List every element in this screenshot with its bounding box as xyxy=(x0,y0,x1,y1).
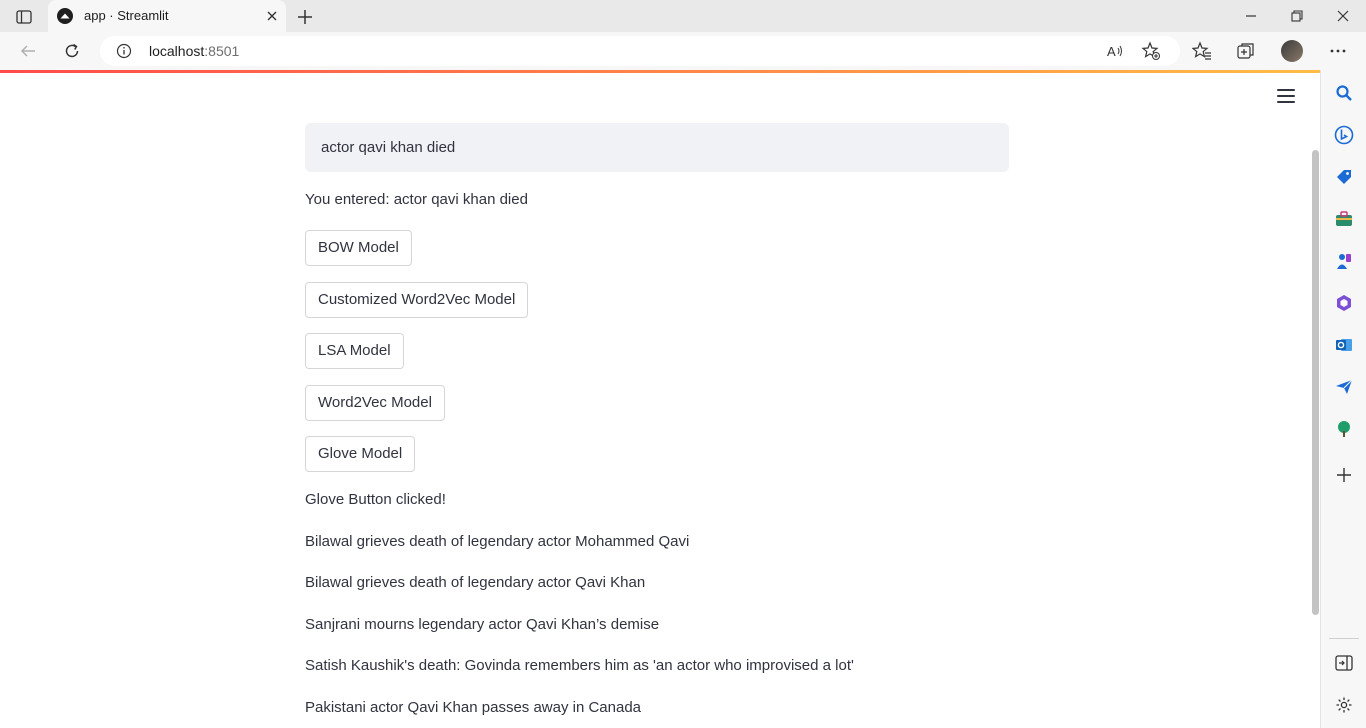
echo-text: You entered: actor qavi khan died xyxy=(305,191,528,208)
split-screen-icon[interactable] xyxy=(1334,653,1354,673)
hamburger-menu-icon[interactable] xyxy=(1277,89,1295,103)
word2vec-model-button[interactable]: Word2Vec Model xyxy=(305,385,445,421)
collections-icon[interactable] xyxy=(1235,40,1257,62)
profile-avatar[interactable] xyxy=(1281,40,1303,62)
url-host: localhost xyxy=(149,43,205,59)
tree-icon[interactable] xyxy=(1334,419,1354,439)
microsoft365-icon[interactable] xyxy=(1334,293,1354,313)
query-input[interactable]: actor qavi khan died xyxy=(305,123,1009,172)
settings-icon[interactable] xyxy=(1334,695,1354,715)
browser-toolbar: localhost:8501 A xyxy=(0,32,1366,70)
refresh-icon[interactable] xyxy=(60,40,84,62)
minimize-icon[interactable] xyxy=(1228,0,1274,32)
customized-word2vec-model-button[interactable]: Customized Word2Vec Model xyxy=(305,282,529,318)
favorites-icon[interactable] xyxy=(1191,40,1213,62)
restore-icon[interactable] xyxy=(1274,0,1320,32)
add-favorite-icon[interactable] xyxy=(1140,40,1162,62)
read-aloud-icon[interactable]: A xyxy=(1104,40,1126,62)
address-bar[interactable]: localhost:8501 A xyxy=(100,36,1180,66)
tools-briefcase-icon[interactable] xyxy=(1334,209,1354,229)
browser-tab-bar: app · Streamlit xyxy=(0,0,1366,32)
streamlit-favicon-icon xyxy=(57,8,73,24)
info-icon[interactable] xyxy=(116,43,132,59)
edge-sidebar xyxy=(1320,70,1366,728)
glove-model-button[interactable]: Glove Model xyxy=(305,436,416,472)
result-item: Pakistani actor Qavi Khan passes away in… xyxy=(305,699,642,716)
app-viewport: actor qavi khan died You entered: actor … xyxy=(0,73,1320,728)
svg-text:A: A xyxy=(1107,44,1116,59)
shopping-tag-icon[interactable] xyxy=(1334,167,1354,187)
more-icon[interactable] xyxy=(1327,40,1349,62)
bow-model-button[interactable]: BOW Model xyxy=(305,230,412,266)
result-item: Sanjrani mourns legendary actor Qavi Kha… xyxy=(305,616,660,633)
result-item: Bilawal grieves death of legendary actor… xyxy=(305,533,690,550)
lsa-model-button[interactable]: LSA Model xyxy=(305,333,404,369)
bing-chat-icon[interactable] xyxy=(1334,125,1354,145)
games-icon[interactable] xyxy=(1334,251,1354,271)
url-text: localhost:8501 xyxy=(149,43,239,59)
page-scrollbar[interactable] xyxy=(1312,150,1319,615)
result-item: Satish Kaushik's death: Govinda remember… xyxy=(305,657,854,674)
tab-title: app · Streamlit xyxy=(84,8,169,23)
search-icon[interactable] xyxy=(1334,83,1354,103)
plus-icon[interactable] xyxy=(294,6,316,28)
outlook-icon[interactable] xyxy=(1334,335,1354,355)
close-icon[interactable] xyxy=(264,8,280,24)
drop-send-icon[interactable] xyxy=(1334,377,1354,397)
sidebar-divider xyxy=(1329,638,1359,639)
url-port: :8501 xyxy=(204,43,240,59)
back-arrow-icon[interactable] xyxy=(16,40,40,62)
result-item: Bilawal grieves death of legendary actor… xyxy=(305,574,646,591)
browser-tab[interactable]: app · Streamlit xyxy=(48,0,286,32)
tab-actions-icon[interactable] xyxy=(10,6,38,28)
close-icon[interactable] xyxy=(1320,0,1366,32)
status-text: Glove Button clicked! xyxy=(305,491,446,508)
add-icon[interactable] xyxy=(1334,465,1354,485)
